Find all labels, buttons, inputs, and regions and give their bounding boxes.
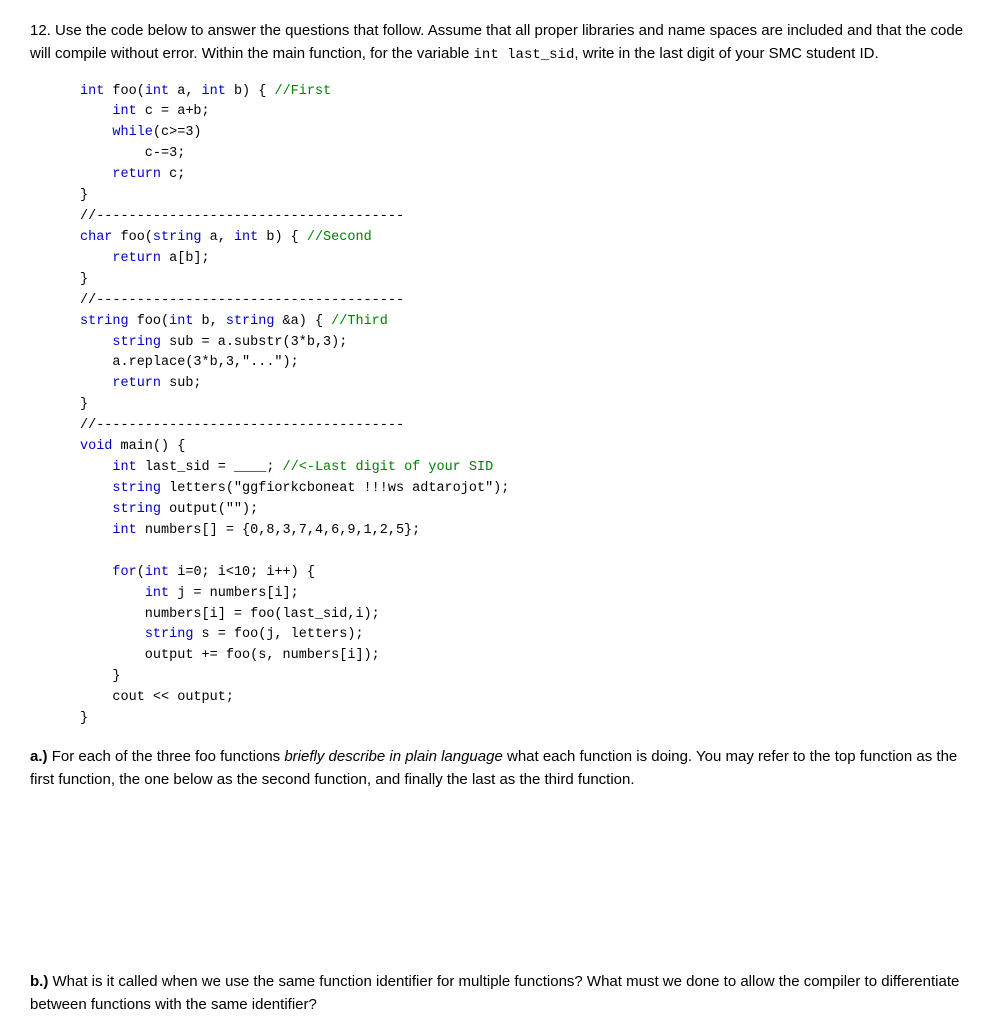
part-a-label: a.) <box>30 748 48 765</box>
question-container: 12. Use the code below to answer the que… <box>30 20 969 1016</box>
code-line-24: for(int i=0; i<10; i++) { <box>80 563 969 584</box>
code-block: int foo(int a, int b) { //First int c = … <box>80 82 969 731</box>
part-b-text: b.) What is it called when we use the sa… <box>30 971 969 1016</box>
code-line-8: char foo(string a, int b) { //Second <box>80 228 969 249</box>
code-line-23 <box>80 542 969 563</box>
code-line-18: void main() { <box>80 437 969 458</box>
code-line-31: } <box>80 709 969 730</box>
code-line-9: return a[b]; <box>80 249 969 270</box>
code-line-25: int j = numbers[i]; <box>80 584 969 605</box>
code-line-5: return c; <box>80 165 969 186</box>
code-line-29: } <box>80 667 969 688</box>
code-line-17: //-------------------------------------- <box>80 416 969 437</box>
code-line-7: //-------------------------------------- <box>80 207 969 228</box>
code-line-26: numbers[i] = foo(last_sid,i); <box>80 605 969 626</box>
code-line-11: //-------------------------------------- <box>80 291 969 312</box>
inline-code-last-sid: int last_sid <box>474 47 575 63</box>
question-intro2: , write in the last digit of your SMC st… <box>574 45 878 62</box>
code-line-4: c-=3; <box>80 144 969 165</box>
code-line-13: string sub = a.substr(3*b,3); <box>80 333 969 354</box>
code-line-22: int numbers[] = {0,8,3,7,4,6,9,1,2,5}; <box>80 521 969 542</box>
code-line-14: a.replace(3*b,3,"..."); <box>80 353 969 374</box>
code-line-28: output += foo(s, numbers[i]); <box>80 646 969 667</box>
code-line-27: string s = foo(j, letters); <box>80 625 969 646</box>
code-line-15: return sub; <box>80 374 969 395</box>
code-line-6: } <box>80 186 969 207</box>
part-a-block: a.) For each of the three foo functions … <box>30 746 969 791</box>
code-line-10: } <box>80 270 969 291</box>
code-line-19: int last_sid = ____; //<-Last digit of y… <box>80 458 969 479</box>
code-line-21: string output(""); <box>80 500 969 521</box>
code-line-16: } <box>80 395 969 416</box>
question-intro: 12. Use the code below to answer the que… <box>30 20 969 66</box>
code-line-30: cout << output; <box>80 688 969 709</box>
code-line-2: int c = a+b; <box>80 102 969 123</box>
code-line-20: string letters("ggfiorkcboneat !!!ws adt… <box>80 479 969 500</box>
code-line-12: string foo(int b, string &a) { //Third <box>80 312 969 333</box>
part-a-italic: briefly describe in plain language <box>284 748 502 765</box>
part-b-text-content: What is it called when we use the same f… <box>30 973 959 1013</box>
code-line-3: while(c>=3) <box>80 123 969 144</box>
code-line-1: int foo(int a, int b) { //First <box>80 82 969 103</box>
question-number: 12. <box>30 22 51 39</box>
part-b-block: b.) What is it called when we use the sa… <box>30 971 969 1016</box>
part-a-text: a.) For each of the three foo functions … <box>30 746 969 791</box>
part-a-text1: For each of the three foo functions <box>52 748 285 765</box>
part-b-label: b.) <box>30 973 48 990</box>
